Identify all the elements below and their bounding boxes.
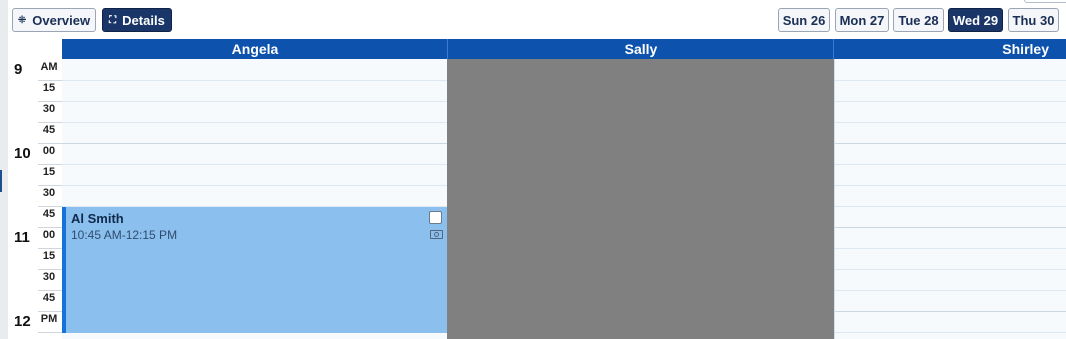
minute-label: 15 (42, 166, 56, 178)
appointment-title: Al Smith (71, 211, 124, 226)
gutter-slot-line (38, 101, 62, 102)
appointment-time: 10:45 AM-12:15 PM (71, 228, 178, 242)
slot-divider (835, 164, 1066, 165)
gutter-slot-line (38, 206, 62, 207)
gutter-slot-line (38, 122, 62, 123)
slot-divider (835, 248, 1066, 249)
day-tab-tue[interactable]: Tue 28 (893, 8, 944, 32)
overview-button[interactable]: ⁜ Overview (12, 8, 96, 32)
minute-label: 15 (42, 82, 56, 94)
day-tab-thu[interactable]: Thu 30 (1008, 8, 1059, 32)
day-tab-mon[interactable]: Mon 27 (835, 8, 889, 32)
slot-divider (835, 185, 1066, 186)
minute-label: 30 (42, 271, 56, 283)
slot-divider (62, 164, 447, 165)
panel-edge-marker (0, 170, 2, 192)
slot-divider (835, 122, 1066, 123)
minute-label: 30 (42, 103, 56, 115)
slot-divider (62, 101, 447, 102)
details-button[interactable]: ⛶ Details (102, 8, 172, 32)
appointment-checkbox[interactable] (429, 211, 442, 224)
gutter-slot-line (38, 164, 62, 165)
minute-label: 30 (42, 187, 56, 199)
slot-divider (835, 311, 1066, 312)
slot-divider (835, 290, 1066, 291)
slot-divider (62, 185, 447, 186)
gutter-slot-line (38, 269, 62, 270)
slot-divider (62, 80, 447, 81)
gutter-slot-line (38, 227, 62, 228)
minute-label: AM (40, 61, 58, 73)
hour-label: 11 (14, 229, 30, 246)
payment-icon[interactable] (430, 230, 443, 239)
gutter-slot-line (38, 332, 62, 333)
minute-label: PM (40, 313, 58, 325)
minute-label: 00 (42, 145, 56, 157)
slot-divider (62, 143, 447, 144)
minute-label: 00 (42, 229, 56, 241)
collapse-icon: ⁜ (17, 14, 27, 26)
column-header-shirley: Shirley (833, 39, 1066, 59)
minute-label: 45 (42, 292, 56, 304)
appointment-card[interactable]: Al Smith 10:45 AM-12:15 PM (62, 207, 447, 333)
minute-label: 15 (42, 250, 56, 262)
column-header-sally: Sally (447, 39, 834, 59)
left-panel-edge (0, 0, 8, 339)
gutter-slot-line (38, 80, 62, 81)
slot-divider (835, 80, 1066, 81)
gutter-slot-line (38, 290, 62, 291)
overview-label: Overview (32, 12, 91, 28)
hour-label: 10 (14, 145, 31, 162)
slot-divider (835, 143, 1066, 144)
column-sally-unavailable (447, 59, 834, 339)
gutter-slot-line (38, 185, 62, 186)
column-shirley-slots[interactable] (834, 59, 1066, 339)
slot-divider (835, 269, 1066, 270)
day-tab-wed[interactable]: Wed 29 (948, 8, 1003, 32)
slot-divider (835, 332, 1066, 333)
slot-divider (835, 206, 1066, 207)
details-label: Details (122, 12, 165, 28)
hour-label: 12 (14, 313, 31, 330)
hour-label: 9 (14, 61, 23, 78)
minute-label: 45 (42, 208, 56, 220)
expand-icon: ⛶ (109, 14, 117, 26)
top-right-control[interactable] (1024, 0, 1066, 3)
column-header-angela: Angela (62, 39, 448, 59)
day-tab-sun[interactable]: Sun 26 (778, 8, 830, 32)
minute-label: 45 (42, 124, 56, 136)
slot-divider (835, 227, 1066, 228)
slot-divider (835, 101, 1066, 102)
slot-divider (62, 122, 447, 123)
gutter-slot-line (38, 143, 62, 144)
gutter-slot-line (38, 311, 62, 312)
gutter-slot-line (38, 248, 62, 249)
